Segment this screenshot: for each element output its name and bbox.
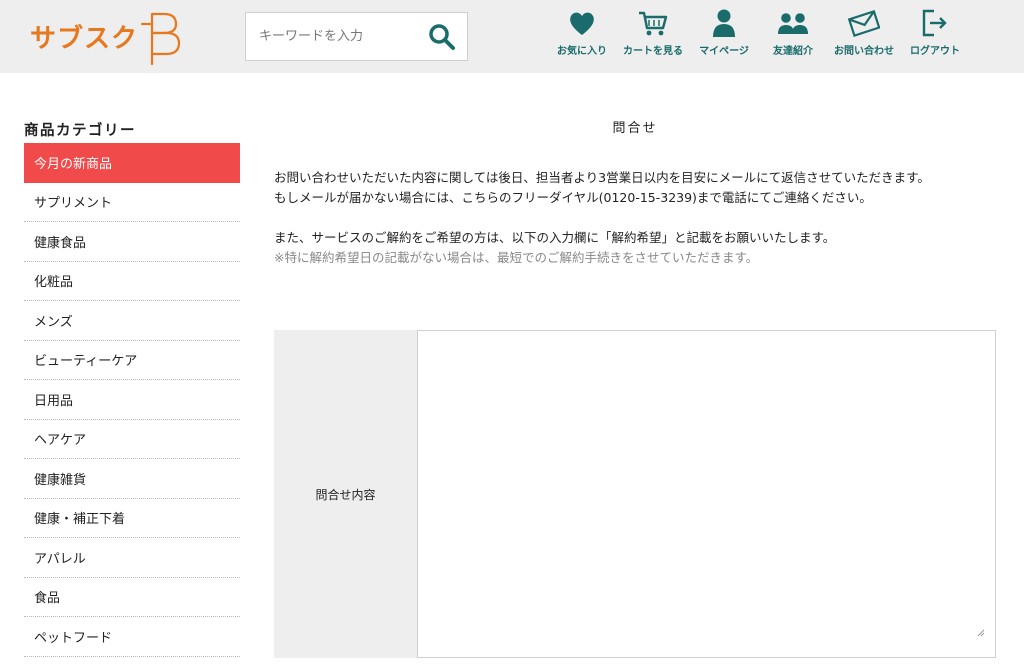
sidebar-item-supplements[interactable]: サプリメント (24, 183, 240, 222)
nav-label: マイページ (699, 46, 749, 57)
intro-paragraph: お問い合わせいただいた内容に関しては後日、担当者より3営業日以内を目安にメールに… (274, 168, 986, 208)
cancel-note: ※特に解約希望日の記載がない場合は、最短でのご解約手続きをさせていただきます。 (274, 250, 759, 265)
nav-mypage[interactable]: マイページ (690, 0, 758, 73)
logo-b-mark (140, 12, 181, 66)
search-box (245, 12, 468, 61)
resize-handle-icon[interactable] (977, 629, 985, 637)
nav-label: カートを見る (623, 46, 683, 57)
nav-label: お問い合わせ (834, 46, 894, 57)
nav-contact[interactable]: お問い合わせ (828, 0, 900, 73)
cancel-instruction: また、サービスのご解約をご希望の方は、以下の入力欄に「解約希望」と記載をお願いい… (274, 230, 836, 245)
inquiry-label: 問合せ内容 (274, 330, 417, 658)
search-input[interactable] (246, 13, 416, 60)
sidebar-item-pet-food[interactable]: ペットフード (24, 617, 240, 657)
intro-text-line-2: もしメールが届かない場合には、こちらのフリーダイヤル(0120-15-3239)… (274, 190, 872, 205)
sidebar-title: 商品カテゴリー (24, 123, 136, 139)
sidebar-item-apparel[interactable]: アパレル (24, 538, 240, 578)
inquiry-field (417, 330, 996, 658)
nav-label: お気に入り (557, 46, 607, 57)
sidebar-item-underwear[interactable]: 健康・補正下着 (24, 499, 240, 538)
user-icon (713, 9, 735, 37)
nav-favorites[interactable]: お気に入り (548, 0, 616, 73)
nav-logout[interactable]: ログアウト (901, 0, 969, 73)
users-icon (778, 13, 808, 34)
nav-cart[interactable]: カートを見る (617, 0, 689, 73)
page-title: 問合せ (612, 121, 658, 136)
sidebar-item-beauty-care[interactable]: ビューティーケア (24, 341, 240, 380)
sidebar-item-daily-goods[interactable]: 日用品 (24, 380, 240, 420)
inquiry-form-row: 問合せ内容 (274, 330, 996, 658)
sidebar-item-mens[interactable]: メンズ (24, 301, 240, 341)
heart-icon (570, 12, 594, 35)
logo[interactable]: サブスク (30, 6, 182, 66)
nav-label: 友達紹介 (773, 46, 813, 57)
main-content: 問合せ お問い合わせいただいた内容に関しては後日、担当者より3営業日以内を目安に… (274, 117, 996, 268)
sidebar-item-hair-care[interactable]: ヘアケア (24, 420, 240, 459)
sidebar-item-cosmetics[interactable]: 化粧品 (24, 262, 240, 301)
category-sidebar: 商品カテゴリー 今月の新商品 サプリメント 健康食品 化粧品 メンズ ビューティ… (24, 117, 240, 657)
header: サブスク お気に入り (0, 0, 1024, 73)
sidebar-item-new-products[interactable]: 今月の新商品 (24, 143, 240, 183)
nav-referral[interactable]: 友達紹介 (759, 0, 827, 73)
inquiry-textarea[interactable] (418, 331, 995, 657)
header-nav: お気に入り カートを見る マイページ 友達紹介 お問い合わせ ログアウト (548, 0, 970, 73)
search-icon[interactable] (427, 22, 457, 52)
logo-text: サブスク (30, 23, 139, 54)
mail-icon (848, 9, 880, 37)
logout-icon (922, 9, 947, 37)
sidebar-item-health-food[interactable]: 健康食品 (24, 222, 240, 262)
sidebar-item-health-goods[interactable]: 健康雑貨 (24, 459, 240, 499)
sidebar-item-food[interactable]: 食品 (24, 578, 240, 617)
cart-icon (639, 11, 668, 36)
nav-label: ログアウト (910, 46, 960, 57)
intro-text-line-1: お問い合わせいただいた内容に関しては後日、担当者より3営業日以内を目安にメールに… (274, 170, 930, 185)
